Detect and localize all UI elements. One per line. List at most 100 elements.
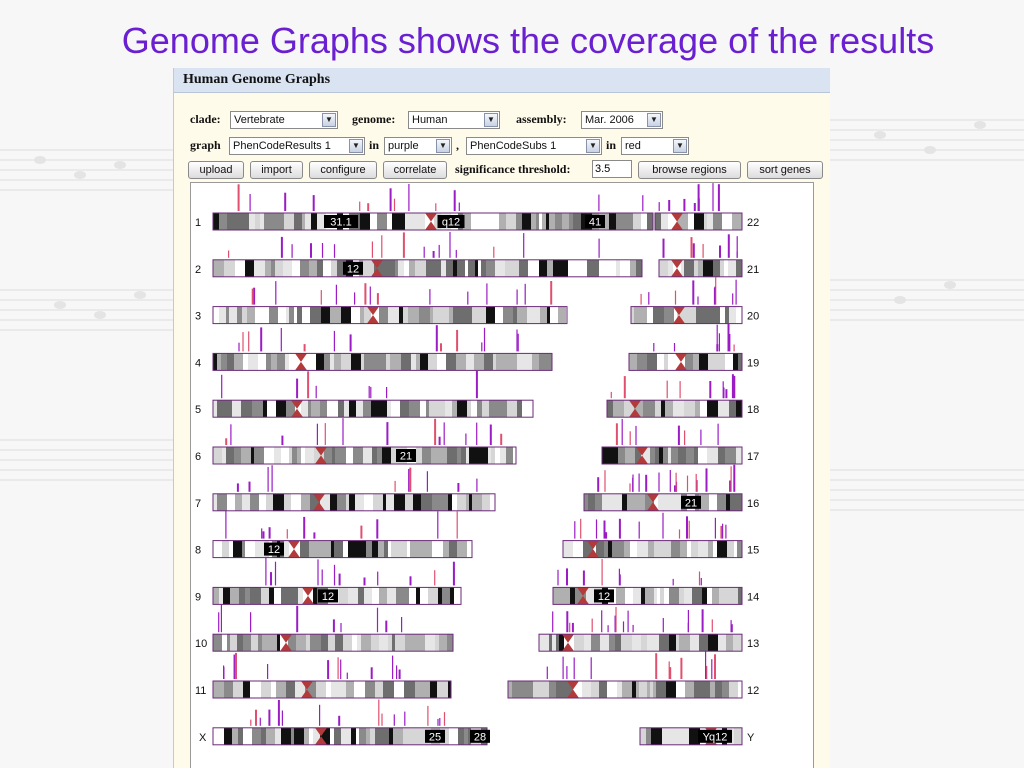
chromosome-1-band bbox=[377, 213, 387, 230]
chromosome-12-band bbox=[607, 681, 617, 698]
chromosome-9-band bbox=[379, 587, 387, 605]
chromosome-10-band bbox=[388, 634, 392, 652]
chromosome-3-band bbox=[315, 306, 318, 324]
chromosome-2-band bbox=[528, 259, 539, 277]
chromosome-2-band bbox=[468, 259, 475, 277]
graph1-select[interactable]: PhenCodeResults 1 ▼ bbox=[229, 137, 365, 155]
chromosome-15-band bbox=[648, 540, 654, 558]
chromosome-18-band bbox=[643, 400, 648, 418]
chromosome-4-band bbox=[341, 353, 351, 371]
chromosome-5-band bbox=[356, 400, 363, 418]
chromosome-10-band bbox=[227, 634, 230, 652]
chromosome-19-band bbox=[738, 353, 742, 371]
clade-select[interactable]: Vertebrate ▼ bbox=[230, 111, 338, 129]
chromosome-8-band bbox=[334, 540, 343, 558]
chromosome-14-band bbox=[692, 587, 702, 605]
chromosome-7-band bbox=[227, 493, 235, 511]
chromosome-18-band bbox=[607, 400, 613, 418]
upload-button[interactable]: upload bbox=[188, 161, 244, 179]
chromosome-5-band bbox=[371, 400, 374, 418]
chromosome-7-band bbox=[386, 493, 390, 511]
graph2-value: PhenCodeSubs 1 bbox=[470, 140, 557, 152]
color2-select[interactable]: red ▼ bbox=[621, 137, 689, 155]
chromosome-9-band bbox=[274, 587, 281, 605]
chromosome-5-band bbox=[338, 400, 344, 418]
chromosome-12-band bbox=[523, 681, 533, 698]
configure-button[interactable]: configure bbox=[309, 161, 377, 179]
chromosome-1-band bbox=[305, 213, 311, 230]
chromosome-1-band bbox=[392, 213, 396, 230]
chromosome-16-band bbox=[634, 493, 645, 511]
chromosome-14-band bbox=[641, 587, 645, 605]
genome-select[interactable]: Human ▼ bbox=[408, 111, 500, 129]
chromosome-4-band bbox=[390, 353, 393, 371]
threshold-input[interactable]: 3.5 bbox=[592, 160, 632, 178]
chromosome-13-band bbox=[676, 634, 679, 652]
chromosome-19-band bbox=[668, 353, 675, 371]
chromosome-14-band bbox=[684, 587, 692, 605]
chromosome-5-band bbox=[439, 400, 445, 418]
chromosome-1-band bbox=[506, 213, 509, 230]
chromosome-9-band bbox=[454, 587, 461, 605]
color1-select[interactable]: purple ▼ bbox=[384, 137, 452, 155]
chromosome-16-band bbox=[613, 493, 622, 511]
chromosome-9-band bbox=[438, 587, 442, 605]
chromosome-1-band bbox=[549, 213, 555, 230]
sort-genes-button[interactable]: sort genes bbox=[747, 161, 823, 179]
import-button[interactable]: import bbox=[250, 161, 303, 179]
chromosome-13-band bbox=[647, 634, 655, 652]
chromosome-X-band bbox=[458, 727, 464, 745]
chromosome-10-band bbox=[405, 634, 408, 652]
chromosome-1-band bbox=[485, 213, 493, 230]
chromosome-6-band bbox=[346, 447, 353, 464]
chromosome-22-band bbox=[718, 213, 722, 230]
chromosome-13-band bbox=[669, 634, 676, 652]
chromosome-2-band bbox=[415, 259, 426, 277]
chromosome-6-band bbox=[264, 447, 274, 464]
assembly-select[interactable]: Mar. 2006 ▼ bbox=[581, 111, 663, 129]
chromosome-15-band bbox=[671, 540, 680, 558]
chromosome-3-band bbox=[438, 306, 449, 324]
chromosome-7-band bbox=[284, 493, 291, 511]
chromosome-18-band bbox=[661, 400, 665, 418]
chromosome-22-band bbox=[736, 213, 742, 230]
chromosome-3-band bbox=[289, 306, 294, 324]
chromosome-15-band bbox=[612, 540, 616, 558]
chromosome-7-band bbox=[259, 493, 266, 511]
chromosome-5-band bbox=[374, 400, 384, 418]
chromosome-10-band bbox=[306, 634, 310, 652]
correlate-button[interactable]: correlate bbox=[383, 161, 447, 179]
chromosome-15-band bbox=[687, 540, 691, 558]
chromosome-1-band bbox=[405, 213, 415, 230]
chevron-down-icon: ▼ bbox=[436, 139, 450, 153]
chromosome-label-right: 12 bbox=[747, 685, 759, 697]
browse-regions-button[interactable]: browse regions bbox=[638, 161, 741, 179]
chromosome-5-band bbox=[308, 400, 311, 418]
chromosome-6-band bbox=[469, 447, 479, 464]
chromosome-label-right: 22 bbox=[747, 217, 759, 229]
chromosome-5-band bbox=[276, 400, 286, 418]
chromosome-label-right: 18 bbox=[747, 404, 759, 416]
chromosome-13-band bbox=[632, 634, 641, 652]
chromosome-2-band bbox=[309, 259, 317, 277]
chromosome-12-band bbox=[666, 681, 676, 698]
chromosome-8-band bbox=[213, 540, 222, 558]
chromosome-10-band bbox=[395, 634, 405, 652]
chromosome-13-band bbox=[641, 634, 647, 652]
chromosome-6-band bbox=[427, 447, 431, 464]
chromosome-Y-band bbox=[640, 727, 646, 745]
chromosome-8-band bbox=[407, 540, 410, 558]
chromosome-4-band bbox=[484, 353, 493, 371]
chromosome-16-band bbox=[668, 493, 674, 511]
chromosome-15-band bbox=[708, 540, 713, 558]
chromosome-3-band bbox=[462, 306, 472, 324]
chromosome-8-band bbox=[233, 540, 242, 558]
graph2-select[interactable]: PhenCodeSubs 1 ▼ bbox=[466, 137, 602, 155]
chromosome-19-band bbox=[637, 353, 647, 371]
chromosome-3-band bbox=[430, 306, 433, 324]
chromosome-6-band bbox=[297, 447, 301, 464]
chromosome-4-band bbox=[456, 353, 466, 371]
chromosome-6-band bbox=[301, 447, 305, 464]
chevron-down-icon: ▼ bbox=[484, 113, 498, 127]
chromosome-4-band bbox=[466, 353, 474, 371]
